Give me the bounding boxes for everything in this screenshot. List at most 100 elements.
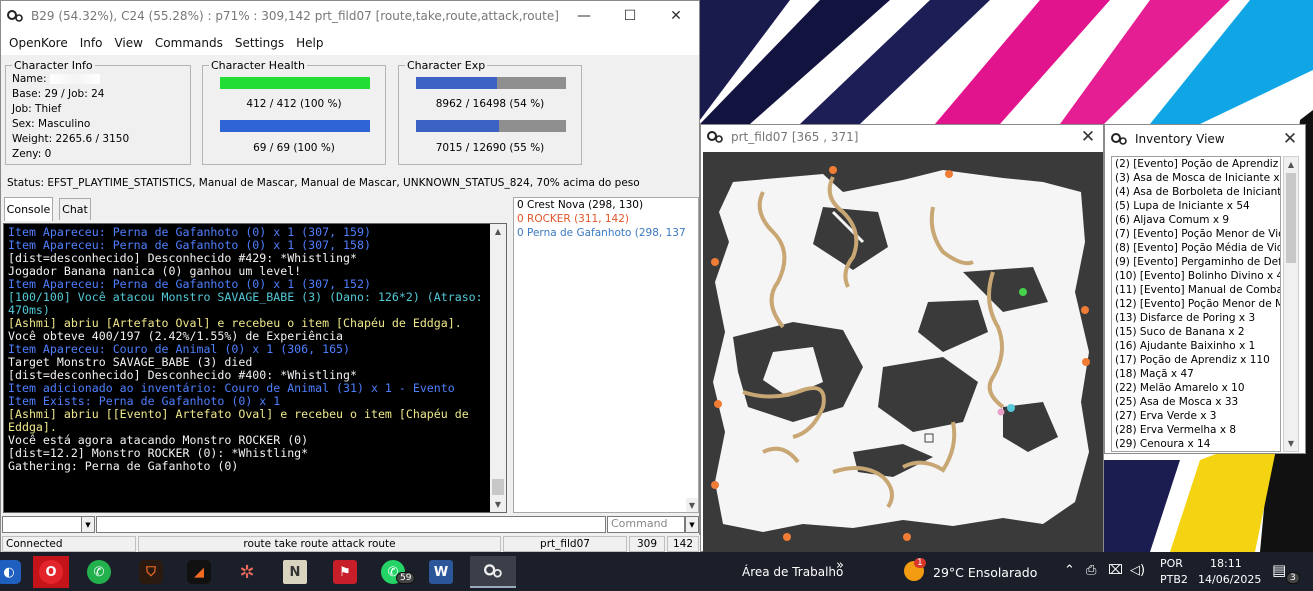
input-row: ▼ Command ▼ <box>1 515 701 535</box>
minimize-button[interactable]: — <box>561 1 607 31</box>
keyboard-layout[interactable]: PTB2 <box>1160 573 1188 586</box>
inventory-item[interactable]: (4) Asa de Borboleta de Iniciante x <box>1112 185 1280 199</box>
monster-list: 0 Crest Nova (298, 130) 0 ROCKER (311, 14… <box>513 197 699 513</box>
orange-slash-icon: ◢ <box>187 560 211 584</box>
chevron-right-icon[interactable]: » <box>836 558 844 573</box>
taskbar-openkore[interactable] <box>470 556 516 588</box>
chat-target-combo[interactable] <box>2 516 82 533</box>
scroll-up-icon[interactable]: ▲ <box>490 224 506 239</box>
inventory-item[interactable]: (15) Suco de Banana x 2 <box>1112 325 1280 339</box>
character-zeny: Zeny: 0 <box>12 148 52 160</box>
taskbar-orange-app[interactable]: ◢ <box>182 556 216 588</box>
chevron-down-icon[interactable]: ▼ <box>685 516 699 533</box>
inventory-item[interactable]: (22) Melão Amarelo x 10 <box>1112 381 1280 395</box>
inventory-item[interactable]: (25) Asa de Mosca x 33 <box>1112 395 1280 409</box>
inventory-item[interactable]: (12) [Evento] Poção Menor de Mar <box>1112 297 1280 311</box>
weather-text[interactable]: 29°C Ensolarado <box>933 565 1037 580</box>
inventory-item[interactable]: (11) [Evento] Manual de Combate <box>1112 283 1280 297</box>
inventory-window: Inventory View ✕ (2) [Evento] Poção de A… <box>1104 124 1306 454</box>
language-code[interactable]: POR <box>1160 557 1183 570</box>
field-map[interactable] <box>703 152 1103 552</box>
inventory-item[interactable]: (8) [Evento] Poção Média de Vida <box>1112 241 1280 255</box>
inventory-item[interactable]: (17) Poção de Aprendiz x 110 <box>1112 353 1280 367</box>
inventory-item[interactable]: (29) Cenoura x 14 <box>1112 437 1280 451</box>
base-exp-text: 8962 / 16498 (54 %) <box>435 98 545 110</box>
scroll-up-icon[interactable]: ▲ <box>1284 157 1298 172</box>
inventory-window-title: Inventory View <box>1135 132 1225 146</box>
inventory-item[interactable]: (3) Asa de Mosca de Iniciante x 35 <box>1112 171 1280 185</box>
inventory-scroll-thumb[interactable] <box>1286 173 1296 263</box>
command-type-combo[interactable]: Command <box>607 516 685 533</box>
character-info-panel: Character Info Name: Base: 29 / Job: 24 … <box>5 59 191 165</box>
hp-bar-fill <box>220 77 370 89</box>
monster-list-item[interactable]: 0 Crest Nova (298, 130) <box>514 198 698 212</box>
character-sex: Sex: Masculino <box>12 118 91 130</box>
inventory-item[interactable]: (10) [Evento] Bolinho Divino x 4 <box>1112 269 1280 283</box>
inventory-item[interactable]: (2) [Evento] Poção de Aprendiz x 7 <box>1112 157 1280 171</box>
word-icon: W <box>429 560 453 584</box>
inventory-item[interactable]: (13) Disfarce de Poring x 3 <box>1112 311 1280 325</box>
tab-console[interactable]: Console <box>4 197 53 221</box>
taskbar-green-app[interactable]: ✆ <box>82 556 116 588</box>
clock-time[interactable]: 18:11 <box>1210 557 1242 570</box>
red-app-icon: ⚑ <box>333 560 357 584</box>
chevron-down-icon[interactable]: ▼ <box>81 516 95 533</box>
menu-help[interactable]: Help <box>290 36 329 50</box>
taskbar-whatsapp[interactable]: ✆ 59 <box>376 556 416 588</box>
taskbar-shield-app[interactable]: ⛉ <box>134 556 168 588</box>
menu-settings[interactable]: Settings <box>229 36 290 50</box>
console-line: Gathering: Perna de Gafanhoto (0) <box>8 459 239 473</box>
volume-icon[interactable]: ◁) <box>1130 563 1145 578</box>
chevron-up-icon[interactable]: ⌃ <box>1064 563 1075 578</box>
menu-info[interactable]: Info <box>74 36 109 50</box>
taskbar-opera[interactable]: O <box>33 556 69 588</box>
taskbar-red-app[interactable]: ⚑ <box>328 556 362 588</box>
inventory-close-button[interactable]: ✕ <box>1275 124 1305 154</box>
y-coordinate: 142 <box>667 536 699 552</box>
scroll-down-icon[interactable]: ▼ <box>1284 436 1298 451</box>
taskbar-bug-app[interactable]: ✲ <box>230 556 264 588</box>
character-name-redacted <box>49 74 100 84</box>
scroll-down-icon[interactable]: ▼ <box>490 497 506 512</box>
inventory-item[interactable]: (7) [Evento] Poção Menor de Vida <box>1112 227 1280 241</box>
scroll-down-icon[interactable]: ▼ <box>686 498 698 512</box>
menu-commands[interactable]: Commands <box>149 36 229 50</box>
openkore-main-window: B29 (54.32%), C24 (55.28%) : p71% : 309,… <box>0 0 701 553</box>
printer-icon[interactable]: ⎙ <box>1086 563 1096 578</box>
character-name: Name: <box>6 72 190 87</box>
map-close-button[interactable]: ✕ <box>1073 122 1103 152</box>
taskbar-notepad-app[interactable]: N <box>278 556 312 588</box>
network-icon[interactable]: ⌧ <box>1108 563 1123 578</box>
maximize-button[interactable]: ☐ <box>607 1 653 31</box>
notepad-icon: N <box>283 560 307 584</box>
console-scroll-thumb[interactable] <box>492 479 504 495</box>
console-lines: Item Apareceu: Perna de Gafanhoto (0) x … <box>4 224 488 473</box>
menu-view[interactable]: View <box>108 36 148 50</box>
character-name-label: Name: <box>12 73 47 85</box>
inventory-item[interactable]: (6) Aljava Comum x 9 <box>1112 213 1280 227</box>
inventory-item[interactable]: (27) Erva Verde x 3 <box>1112 409 1280 423</box>
monster-list-item[interactable]: 0 Perna de Gafanhoto (298, 137 <box>514 226 698 240</box>
character-exp-legend: Character Exp <box>407 59 486 72</box>
menu-openkore[interactable]: OpenKore <box>3 36 74 50</box>
inventory-item[interactable]: (18) Maçã x 47 <box>1112 367 1280 381</box>
close-button[interactable]: ✕ <box>653 1 699 31</box>
desktop-toolbar-label[interactable]: Área de Trabalho <box>742 565 843 579</box>
taskbar-app-partial[interactable]: ◐ <box>0 556 26 588</box>
openkore-app-icon <box>7 8 23 24</box>
command-input[interactable] <box>96 516 606 533</box>
taskbar-word[interactable]: W <box>424 556 458 588</box>
character-health-legend: Character Health <box>211 59 305 72</box>
notification-icon[interactable]: ▤ <box>1272 561 1286 579</box>
tab-chat[interactable]: Chat <box>59 198 91 220</box>
inventory-scrollbar[interactable]: ▲ ▼ <box>1283 156 1299 452</box>
inventory-item[interactable]: (9) [Evento] Pergaminho de Defesa <box>1112 255 1280 269</box>
monster-list-item[interactable]: 0 ROCKER (311, 142) <box>514 212 698 226</box>
inventory-item[interactable]: (16) Ajudante Baixinho x 1 <box>1112 339 1280 353</box>
monster-list-scroll-down[interactable]: ▼ <box>686 498 698 512</box>
inventory-item[interactable]: (5) Lupa de Iniciante x 54 <box>1112 199 1280 213</box>
console-scrollbar[interactable]: ▲ ▼ <box>490 224 506 512</box>
inventory-item[interactable]: (28) Erva Vermelha x 8 <box>1112 423 1280 437</box>
job-exp-text: 7015 / 12690 (55 %) <box>435 142 545 154</box>
clock-date[interactable]: 14/06/2025 <box>1198 573 1261 586</box>
